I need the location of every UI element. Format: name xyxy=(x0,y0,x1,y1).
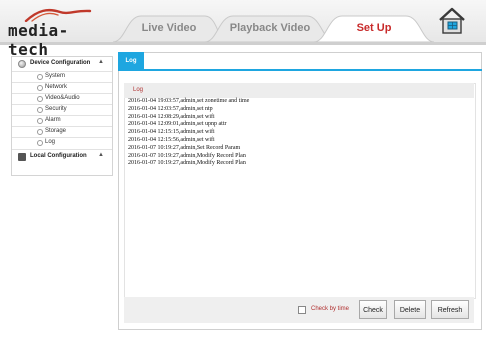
collapse-caret-icon: ▲ xyxy=(98,59,104,65)
bullet-icon xyxy=(37,85,43,91)
sidebar-group-local-configuration[interactable]: Local Configuration ▲ xyxy=(12,149,112,164)
sidebar-item-label: Storage xyxy=(45,128,67,134)
log-entry: 2016-01-04 12:15:15,admin,set wifi xyxy=(128,129,215,136)
gear-icon xyxy=(18,60,26,68)
brand-logo: media-tech xyxy=(6,8,106,59)
log-entry: 2016-01-04 12:08:29,admin,set wifi xyxy=(128,113,215,120)
bullet-icon xyxy=(37,96,43,102)
content-tab-underline xyxy=(118,69,482,71)
settings-sidebar: Device Configuration ▲ System Network Vi… xyxy=(11,56,113,176)
sidebar-group-device-configuration[interactable]: Device Configuration ▲ xyxy=(12,57,112,71)
check-button[interactable]: Check xyxy=(359,300,387,319)
sidebar-item-label: Alarm xyxy=(45,117,61,123)
sidebar-item-label: System xyxy=(45,73,66,79)
tab-set-up-label: Set Up xyxy=(356,22,392,34)
log-entry: 2016-01-04 19:03:57,admin,set zonetime a… xyxy=(128,98,250,104)
logo-swoosh-icon xyxy=(24,8,92,22)
sidebar-item-log[interactable]: Log xyxy=(12,137,112,149)
tab-set-up[interactable]: Set Up xyxy=(314,14,434,42)
collapse-caret-icon: ▲ xyxy=(98,152,104,158)
log-entry: 2016-01-07 10:19:27,admin,Set Record Par… xyxy=(128,144,241,151)
sidebar-group-label: Device Configuration xyxy=(30,60,91,66)
tab-playback-video-label: Playback Video xyxy=(229,22,311,34)
sidebar-item-label: Log xyxy=(45,139,56,145)
bullet-icon xyxy=(37,74,43,80)
local-config-icon xyxy=(18,153,26,161)
log-header xyxy=(124,83,474,98)
sidebar-item-label: Video&Audio xyxy=(45,95,80,101)
sidebar-group-label: Local Configuration xyxy=(30,153,87,159)
delete-button[interactable]: Delete xyxy=(394,300,426,319)
bullet-icon xyxy=(37,140,43,146)
sidebar-item-label: Network xyxy=(45,84,68,90)
home-icon[interactable] xyxy=(437,6,467,36)
bullet-icon xyxy=(37,129,43,135)
check-by-time-checkbox[interactable] xyxy=(298,306,306,314)
bullet-icon xyxy=(37,107,43,113)
log-entry: 2016-01-04 12:15:56,admin,set wifi xyxy=(128,136,215,143)
check-by-time-label: Check by time xyxy=(311,306,350,312)
log-entry: 2016-01-07 10:19:27,admin,Modify Record … xyxy=(128,160,246,167)
bullet-icon xyxy=(37,118,43,124)
tab-log[interactable]: Log xyxy=(118,52,144,70)
sidebar-item-label: Security xyxy=(45,106,67,112)
log-title: Log xyxy=(133,87,144,93)
house-icon xyxy=(439,7,465,34)
log-entry: 2016-01-04 12:03:57,admin,set ntp xyxy=(128,105,213,112)
refresh-button[interactable]: Refresh xyxy=(431,300,469,319)
tab-live-video-label: Live Video xyxy=(141,22,197,34)
log-list: 2016-01-04 19:03:57,admin,set zonetime a… xyxy=(128,98,249,168)
logo-text: media-tech xyxy=(8,21,69,59)
